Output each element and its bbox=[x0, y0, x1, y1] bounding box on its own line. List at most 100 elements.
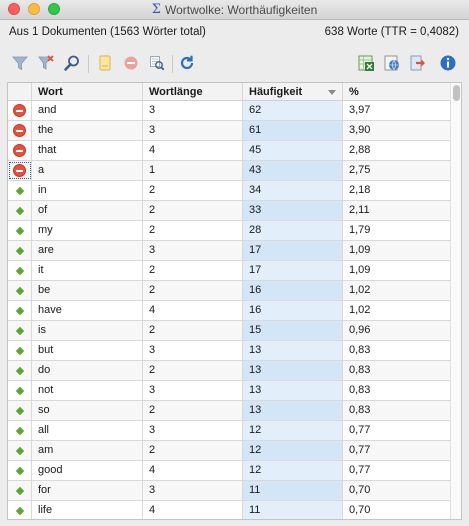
search-button[interactable] bbox=[61, 52, 83, 74]
stop-word-icon[interactable] bbox=[13, 124, 26, 137]
column-header-wort[interactable]: Wort bbox=[32, 83, 143, 101]
table-row[interactable]: do 2 13 0,83 bbox=[8, 361, 451, 381]
row-status-cell[interactable] bbox=[8, 321, 32, 340]
row-status-cell[interactable] bbox=[8, 341, 32, 360]
table-row[interactable]: my 2 28 1,79 bbox=[8, 221, 451, 241]
table-row[interactable]: be 2 16 1,02 bbox=[8, 281, 451, 301]
zoom-window-button[interactable] bbox=[48, 3, 60, 15]
header-icon-column[interactable] bbox=[8, 83, 32, 101]
row-status-cell[interactable] bbox=[8, 361, 32, 380]
row-status-cell[interactable] bbox=[8, 381, 32, 400]
scrollbar-thumb[interactable] bbox=[453, 85, 460, 101]
go-word-icon[interactable] bbox=[15, 506, 24, 515]
row-status-cell[interactable] bbox=[8, 101, 32, 120]
word-frequency-table[interactable]: Wort Wortlänge Häufigkeit % and 3 62 3,97 th… bbox=[7, 82, 462, 520]
row-status-cell[interactable] bbox=[8, 241, 32, 260]
go-word-icon[interactable] bbox=[15, 446, 24, 455]
table-row[interactable]: all 3 12 0,77 bbox=[8, 421, 451, 441]
go-word-icon[interactable] bbox=[15, 266, 24, 275]
row-status-cell[interactable] bbox=[8, 461, 32, 480]
cell-wort: and bbox=[32, 101, 143, 120]
table-row[interactable]: are 3 17 1,09 bbox=[8, 241, 451, 261]
export-file-button[interactable] bbox=[407, 52, 429, 74]
minimize-window-button[interactable] bbox=[28, 3, 40, 15]
table-row[interactable]: the 3 61 3,90 bbox=[8, 121, 451, 141]
row-status-cell[interactable] bbox=[8, 201, 32, 220]
export-excel-button[interactable] bbox=[355, 52, 377, 74]
cell-wort: be bbox=[32, 281, 143, 300]
cell-haeufigkeit: 13 bbox=[243, 401, 343, 420]
table-row[interactable]: it 2 17 1,09 bbox=[8, 261, 451, 281]
go-word-icon[interactable] bbox=[15, 246, 24, 255]
row-status-cell[interactable] bbox=[8, 121, 32, 140]
filter-button[interactable] bbox=[9, 52, 31, 74]
row-status-cell[interactable] bbox=[8, 261, 32, 280]
column-header-percent[interactable]: % bbox=[343, 83, 451, 101]
vertical-scrollbar[interactable] bbox=[450, 83, 461, 519]
inspect-button[interactable] bbox=[146, 52, 168, 74]
go-word-icon[interactable] bbox=[15, 386, 24, 395]
go-word-icon[interactable] bbox=[15, 346, 24, 355]
cell-percent: 0,83 bbox=[349, 344, 371, 356]
document-button[interactable] bbox=[94, 52, 116, 74]
table-row[interactable]: a 1 43 2,75 bbox=[8, 161, 451, 181]
remove-button[interactable] bbox=[120, 52, 142, 74]
column-header-haeufigkeit[interactable]: Häufigkeit bbox=[243, 83, 343, 101]
table-row[interactable]: so 2 13 0,83 bbox=[8, 401, 451, 421]
table-row[interactable]: good 4 12 0,77 bbox=[8, 461, 451, 481]
row-status-cell[interactable] bbox=[8, 441, 32, 460]
stop-word-icon[interactable] bbox=[13, 164, 26, 177]
row-status-cell[interactable] bbox=[8, 281, 32, 300]
row-status-cell[interactable] bbox=[8, 421, 32, 440]
cell-wort: am bbox=[32, 441, 143, 460]
go-word-icon[interactable] bbox=[15, 206, 24, 215]
go-word-icon[interactable] bbox=[15, 286, 24, 295]
go-word-icon[interactable] bbox=[15, 226, 24, 235]
row-status-cell[interactable] bbox=[8, 221, 32, 240]
table-row[interactable]: but 3 13 0,83 bbox=[8, 341, 451, 361]
table-row[interactable]: of 2 33 2,11 bbox=[8, 201, 451, 221]
row-status-cell[interactable] bbox=[8, 501, 32, 519]
go-word-icon[interactable] bbox=[15, 366, 24, 375]
cell-percent: 1,79 bbox=[349, 224, 371, 236]
search-icon bbox=[64, 55, 79, 71]
info-icon bbox=[440, 55, 456, 71]
filter-clear-button[interactable] bbox=[35, 52, 57, 74]
table-row[interactable]: not 3 13 0,83 bbox=[8, 381, 451, 401]
go-word-icon[interactable] bbox=[15, 186, 24, 195]
stop-word-icon[interactable] bbox=[13, 144, 26, 157]
export-html-button[interactable] bbox=[381, 52, 403, 74]
cell-percent: 1,02 bbox=[349, 304, 371, 316]
cell-percent: 1,02 bbox=[349, 284, 371, 296]
cell-wortlaenge: 3 bbox=[143, 101, 243, 120]
cell-haeufigkeit: 33 bbox=[243, 201, 343, 220]
cell-wort: for bbox=[32, 481, 143, 500]
table-row[interactable]: in 2 34 2,18 bbox=[8, 181, 451, 201]
table-row[interactable]: and 3 62 3,97 bbox=[8, 101, 451, 121]
column-header-wortlaenge[interactable]: Wortlänge bbox=[143, 83, 243, 101]
table-row[interactable]: for 3 11 0,70 bbox=[8, 481, 451, 501]
row-status-cell[interactable] bbox=[8, 301, 32, 320]
row-status-cell[interactable] bbox=[8, 401, 32, 420]
table-row[interactable]: have 4 16 1,02 bbox=[8, 301, 451, 321]
row-status-cell[interactable] bbox=[8, 181, 32, 200]
cell-percent: 0,70 bbox=[349, 504, 371, 516]
table-row[interactable]: that 4 45 2,88 bbox=[8, 141, 451, 161]
row-status-cell[interactable] bbox=[8, 141, 32, 160]
go-word-icon[interactable] bbox=[15, 406, 24, 415]
row-status-cell[interactable] bbox=[8, 161, 32, 180]
go-word-icon[interactable] bbox=[15, 486, 24, 495]
refresh-button[interactable] bbox=[176, 52, 198, 74]
go-word-icon[interactable] bbox=[15, 326, 24, 335]
cell-haeufigkeit: 16 bbox=[243, 301, 343, 320]
row-status-cell[interactable] bbox=[8, 481, 32, 500]
go-word-icon[interactable] bbox=[15, 426, 24, 435]
go-word-icon[interactable] bbox=[15, 306, 24, 315]
table-row[interactable]: am 2 12 0,77 bbox=[8, 441, 451, 461]
close-window-button[interactable] bbox=[8, 3, 20, 15]
table-row[interactable]: life 4 11 0,70 bbox=[8, 501, 451, 519]
table-row[interactable]: is 2 15 0,96 bbox=[8, 321, 451, 341]
stop-word-icon[interactable] bbox=[13, 104, 26, 117]
info-button[interactable] bbox=[437, 52, 459, 74]
go-word-icon[interactable] bbox=[15, 466, 24, 475]
